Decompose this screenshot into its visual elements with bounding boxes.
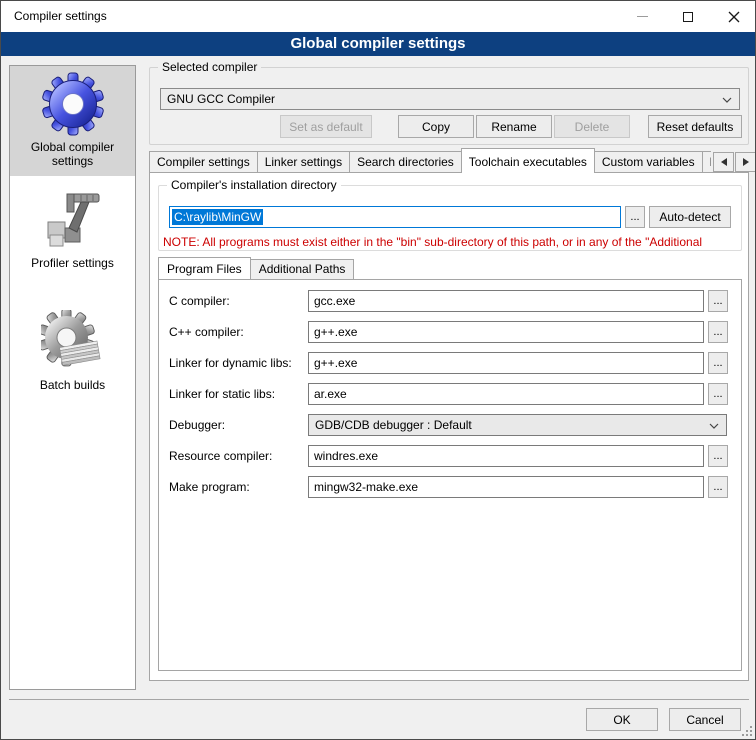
directory-browse-button[interactable]: ... bbox=[625, 206, 645, 228]
installation-directory-label: Compiler's installation directory bbox=[167, 178, 341, 193]
resource-compiler-browse-button[interactable]: ... bbox=[708, 445, 728, 467]
sidebar-item-profiler-settings[interactable]: Profiler settings bbox=[10, 182, 135, 278]
debugger-select[interactable]: GDB/CDB debugger : Default bbox=[308, 414, 727, 436]
tab-linker-settings[interactable]: Linker settings bbox=[257, 151, 350, 173]
dynamic-linker-input[interactable] bbox=[308, 352, 704, 374]
maximize-icon bbox=[683, 12, 693, 22]
caliper-icon bbox=[41, 188, 105, 252]
blue-gear-icon bbox=[41, 72, 105, 136]
tab-scroll-left-button[interactable] bbox=[713, 152, 734, 172]
settings-category-list: Global compiler settings Profiler settin… bbox=[9, 65, 136, 690]
selected-compiler-group: Selected compiler GNU GCC Compiler Set a… bbox=[149, 67, 749, 145]
footer-divider bbox=[9, 699, 749, 700]
tab-scroll-right-button[interactable] bbox=[735, 152, 756, 172]
selected-compiler-group-label: Selected compiler bbox=[158, 60, 261, 75]
static-linker-input[interactable] bbox=[308, 383, 704, 405]
program-subtabs: Program Files Additional Paths bbox=[158, 257, 353, 279]
close-icon bbox=[728, 11, 740, 23]
cpp-compiler-browse-button[interactable]: ... bbox=[708, 321, 728, 343]
compiler-select-value: GNU GCC Compiler bbox=[167, 92, 275, 106]
reset-defaults-button[interactable]: Reset defaults bbox=[648, 115, 742, 138]
sidebar-item-batch-builds[interactable]: Batch builds bbox=[10, 304, 135, 400]
tab-search-directories[interactable]: Search directories bbox=[349, 151, 462, 173]
make-program-browse-button[interactable]: ... bbox=[708, 476, 728, 498]
tab-toolchain-executables[interactable]: Toolchain executables bbox=[461, 148, 595, 173]
left-arrow-icon bbox=[721, 158, 727, 166]
subtab-additional-paths[interactable]: Additional Paths bbox=[250, 259, 355, 279]
page-title: Global compiler settings bbox=[1, 32, 755, 56]
dynamic-linker-label: Linker for dynamic libs: bbox=[169, 352, 292, 374]
right-arrow-icon bbox=[743, 158, 749, 166]
gray-gear-stack-icon bbox=[41, 310, 105, 374]
window-title: Compiler settings bbox=[14, 1, 107, 32]
sidebar-item-label: Batch builds bbox=[14, 378, 131, 392]
installation-directory-value: C:\raylib\MinGW bbox=[172, 209, 263, 225]
resize-grip[interactable] bbox=[740, 724, 752, 736]
rename-button[interactable]: Rename bbox=[476, 115, 552, 138]
resource-compiler-input[interactable] bbox=[308, 445, 704, 467]
cpp-compiler-label: C++ compiler: bbox=[169, 321, 244, 343]
directory-note: NOTE: All programs must exist either in … bbox=[163, 235, 741, 249]
ok-button[interactable]: OK bbox=[586, 708, 658, 731]
toolchain-executables-page: Compiler's installation directory C:\ray… bbox=[149, 172, 749, 681]
static-linker-browse-button[interactable]: ... bbox=[708, 383, 728, 405]
cancel-button[interactable]: Cancel bbox=[669, 708, 741, 731]
cpp-compiler-input[interactable] bbox=[308, 321, 704, 343]
minimize-icon bbox=[637, 16, 648, 17]
compiler-settings-dialog: Compiler settings Global compiler settin… bbox=[0, 0, 756, 740]
static-linker-label: Linker for static libs: bbox=[169, 383, 275, 405]
maximize-button[interactable] bbox=[665, 1, 711, 32]
sidebar-item-global-compiler-settings[interactable]: Global compiler settings bbox=[10, 66, 135, 176]
make-program-label: Make program: bbox=[169, 476, 250, 498]
subtab-program-files[interactable]: Program Files bbox=[158, 257, 251, 279]
titlebar: Compiler settings bbox=[1, 1, 755, 32]
copy-button[interactable]: Copy bbox=[398, 115, 474, 138]
sidebar-item-label: Profiler settings bbox=[14, 256, 131, 270]
tab-build-options[interactable]: Build options bbox=[702, 151, 711, 173]
delete-button[interactable]: Delete bbox=[554, 115, 630, 138]
main-tabs: Compiler settings Linker settings Search… bbox=[149, 148, 711, 173]
debugger-select-value: GDB/CDB debugger : Default bbox=[315, 418, 472, 432]
auto-detect-button[interactable]: Auto-detect bbox=[649, 206, 731, 228]
set-as-default-button[interactable]: Set as default bbox=[280, 115, 372, 138]
chevron-down-icon bbox=[722, 97, 732, 103]
chevron-down-icon bbox=[709, 423, 719, 429]
make-program-input[interactable] bbox=[308, 476, 704, 498]
close-button[interactable] bbox=[711, 1, 756, 32]
minimize-button[interactable] bbox=[619, 1, 665, 32]
resource-compiler-label: Resource compiler: bbox=[169, 445, 272, 467]
debugger-label: Debugger: bbox=[169, 414, 225, 436]
tab-custom-variables[interactable]: Custom variables bbox=[594, 151, 703, 173]
program-files-page: C compiler: ... C++ compiler: ... Linker… bbox=[158, 279, 742, 671]
c-compiler-input[interactable] bbox=[308, 290, 704, 312]
c-compiler-browse-button[interactable]: ... bbox=[708, 290, 728, 312]
tab-compiler-settings[interactable]: Compiler settings bbox=[149, 151, 258, 173]
sidebar-item-label: Global compiler settings bbox=[14, 140, 131, 168]
installation-directory-group: Compiler's installation directory C:\ray… bbox=[158, 185, 742, 251]
compiler-select[interactable]: GNU GCC Compiler bbox=[160, 88, 740, 110]
installation-directory-input[interactable]: C:\raylib\MinGW bbox=[169, 206, 621, 228]
dynamic-linker-browse-button[interactable]: ... bbox=[708, 352, 728, 374]
c-compiler-label: C compiler: bbox=[169, 290, 230, 312]
